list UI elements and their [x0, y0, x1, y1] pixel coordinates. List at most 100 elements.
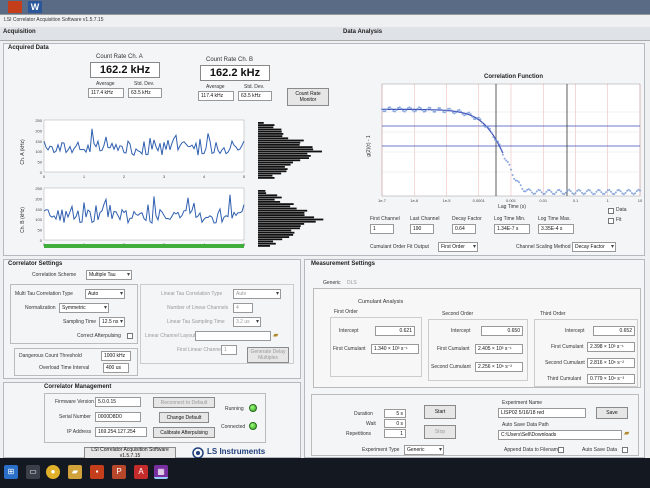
stop-button[interactable]: Stop	[424, 425, 456, 439]
correlation-point	[584, 192, 587, 195]
correlation-point	[403, 110, 406, 113]
lin-layout-input[interactable]	[195, 331, 271, 341]
duration-input[interactable]: 5 s	[384, 409, 406, 418]
reconnect-default-button[interactable]: Reconnect to Default	[153, 397, 215, 408]
lin-sampling-select[interactable]: 3.2 us	[233, 317, 261, 327]
taskview-icon[interactable]: ▭	[26, 465, 40, 479]
calibrate-afterpulsing-button[interactable]: Calibrate Afterpulsing	[153, 427, 215, 438]
plot-b-y-tick: 50	[38, 228, 43, 233]
sampling-time-label: Sampling Time	[63, 319, 97, 325]
histogram-a	[258, 122, 322, 179]
correlation-point	[443, 111, 446, 114]
corr-field-input[interactable]: 190	[410, 224, 434, 234]
tab-dls[interactable]: DLS	[347, 280, 357, 286]
experiment-type-select[interactable]: Generic	[404, 445, 444, 455]
firmware-value: 5.0.0.15	[95, 397, 141, 407]
cumulant-analysis-title: Cumulant Analysis	[358, 299, 404, 305]
explorer-icon[interactable]: ▰	[68, 465, 82, 479]
histogram-bar	[258, 150, 322, 153]
dangerous-threshold-input[interactable]: 1000 kHz	[101, 351, 131, 361]
correlation-point	[629, 190, 632, 192]
tab-data-analysis[interactable]: Data Analysis	[343, 29, 382, 35]
save-button[interactable]: Save	[596, 407, 628, 419]
autosave-data-checkbox[interactable]	[622, 447, 628, 453]
overload-interval-input[interactable]: 400 us	[103, 363, 129, 373]
legend-data-checkbox[interactable]	[608, 208, 614, 214]
powerpoint-icon[interactable]: P	[112, 465, 126, 479]
folder-icon[interactable]: ▰	[273, 331, 278, 339]
histogram-bar	[258, 128, 282, 131]
correlator-settings-title: Correlator Settings	[8, 261, 63, 267]
correlation-x-tick: 0.01	[539, 198, 548, 203]
histogram-bar	[258, 141, 301, 144]
pdf-icon[interactable]: A	[134, 465, 148, 479]
plot-a-x-ticks: 0 1 2 3 4 5	[43, 174, 246, 179]
autosave-folder-icon[interactable]: ▰	[624, 429, 629, 437]
lin-num-input[interactable]: 4	[233, 303, 253, 313]
to-third-cumulant-value: 0.779 × 10⁹ s⁻³	[587, 374, 635, 384]
repetitions-input[interactable]: 1	[384, 429, 406, 438]
append-filename-checkbox[interactable]	[558, 447, 564, 453]
corr-field-input[interactable]: 0.64	[452, 224, 476, 234]
experiment-name-input[interactable]: LISP02 5/16/18 red	[498, 408, 586, 418]
count-rate-monitor-button[interactable]: Count Rate Monitor	[287, 88, 329, 106]
plot-a-y-tick: 250	[35, 118, 42, 123]
generate-delay-button[interactable]: Generate Delay Multiples	[247, 347, 289, 363]
corr-field-input[interactable]: 3.35E-4 s	[538, 224, 574, 234]
histogram-bar	[258, 144, 300, 146]
acquired-data-panel: Acquired Data Count Rate Ch. A 162.2 kHz…	[3, 43, 645, 256]
to-first-cumulant-value: 2.398 × 10³ s⁻¹	[587, 342, 635, 352]
correlation-point	[564, 191, 567, 194]
chrome-icon[interactable]: ●	[46, 465, 60, 479]
correlation-point	[543, 192, 546, 195]
std-a-value: 63.5 kHz	[128, 88, 162, 98]
change-default-button[interactable]: Change Default	[159, 412, 209, 423]
word-taskbar-icon[interactable]: W	[28, 1, 42, 13]
start-button[interactable]: Start	[424, 405, 456, 419]
ip-value: 169.254.127.254	[95, 427, 147, 437]
correlation-point	[503, 157, 506, 160]
first-lin-input[interactable]: 1	[221, 345, 237, 355]
correlation-point	[411, 109, 414, 112]
cumulant-order-select[interactable]: First Order	[438, 242, 478, 252]
lin-type-select[interactable]: Auto	[233, 289, 281, 299]
start-icon[interactable]: ⊞	[4, 465, 18, 479]
scaling-method-select[interactable]: Decay Factor	[572, 242, 616, 252]
lsi-app-icon[interactable]: ▦	[154, 465, 168, 479]
plot-a-y-tick: 200	[35, 128, 42, 133]
correlation-point	[479, 118, 482, 121]
correlation-x-tick: 1e-6	[410, 198, 419, 203]
correct-afterpulsing-checkbox[interactable]	[127, 333, 133, 339]
running-label: Running	[225, 406, 244, 412]
plot-b-y-tick: 150	[35, 207, 42, 212]
correlator-management-title: Correlator Management	[44, 384, 112, 390]
correlation-point	[513, 177, 516, 180]
legend-fit-checkbox[interactable]	[608, 218, 614, 224]
sampling-time-select[interactable]: 12.5 ns	[99, 317, 125, 327]
scheme-select[interactable]: Multiple Tau	[86, 270, 132, 280]
correlation-point	[614, 191, 617, 194]
tab-generic[interactable]: Generic	[323, 280, 341, 286]
autosave-path-input[interactable]: C:\Users\Sell\Downloads	[498, 430, 622, 440]
office-icon[interactable]: ▪	[90, 465, 104, 479]
wait-input[interactable]: 0 s	[384, 419, 406, 428]
correlation-point	[527, 188, 530, 191]
corr-field-input[interactable]: 1	[370, 224, 394, 234]
correlation-point	[424, 110, 427, 113]
tab-acquisition[interactable]: Acquisition	[3, 29, 36, 35]
fo-intercept-label: Intercept	[339, 328, 359, 334]
plot-a-x-tick: 4	[203, 174, 206, 179]
correlator-settings-panel: Correlator Settings Correlation Scheme M…	[3, 259, 301, 379]
correlation-point	[398, 106, 401, 109]
to-intercept-value: 0.652	[593, 326, 635, 336]
correlation-point	[489, 127, 491, 130]
first-order-title: First Order	[334, 309, 358, 315]
normalization-select[interactable]: Symmetric	[59, 303, 109, 313]
correlation-point	[563, 193, 566, 196]
histogram-bar	[258, 225, 301, 227]
lin-type-label: Linear Tau Correlation Type	[161, 291, 223, 297]
correlation-point	[416, 107, 419, 110]
mt-type-select[interactable]: Auto	[85, 289, 125, 299]
corr-field-input[interactable]: 1.34E-7 s	[494, 224, 530, 234]
app-icon[interactable]	[8, 1, 22, 13]
